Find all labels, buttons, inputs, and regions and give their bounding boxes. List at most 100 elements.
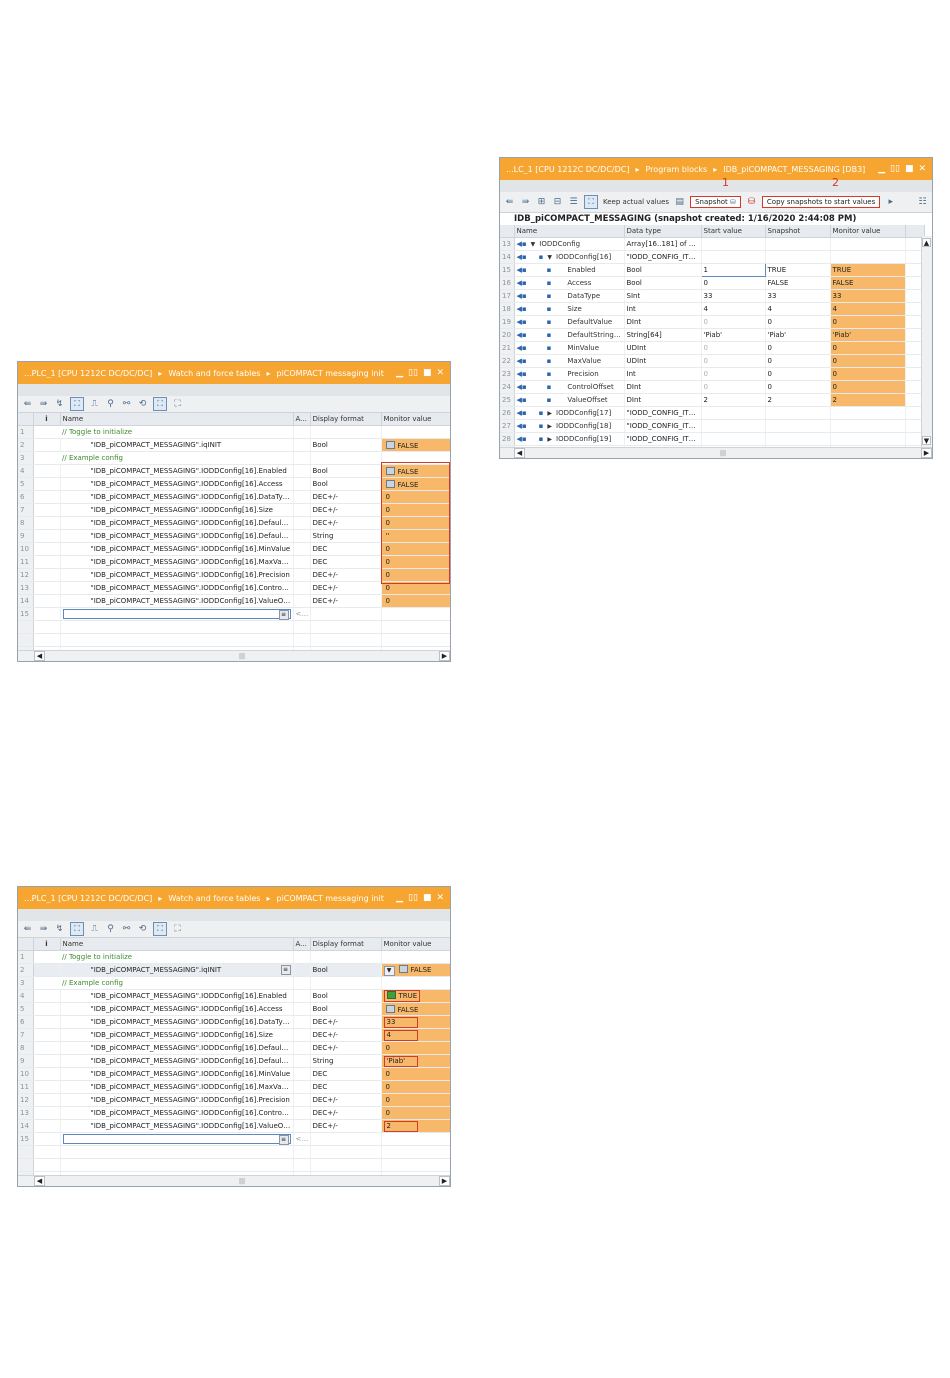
col-header-address[interactable]: A...: [293, 938, 311, 951]
breadcrumb-item[interactable]: ...PLC_1 [CPU 1212C DC/DC/DC]: [24, 894, 152, 903]
table-row[interactable]: 13 "IDB_piCOMPACT_MESSAGING".IODDConfig[1…: [18, 581, 450, 595]
display-format-cell[interactable]: [310, 1132, 382, 1146]
name-cell[interactable]: "IDB_piCOMPACT_MESSAGING".IODDConfig[16]…: [60, 581, 294, 595]
copy-snapshots-button[interactable]: Copy snapshots to start values: [761, 196, 881, 208]
breadcrumb-item[interactable]: ...PLC_1 [CPU 1212C DC/DC/DC]: [24, 369, 152, 378]
collapse-all-icon[interactable]: ⊟: [552, 197, 563, 208]
display-format-cell[interactable]: DEC: [310, 542, 382, 556]
more-arrow-icon[interactable]: ▸: [885, 197, 896, 208]
horizontal-scrollbar[interactable]: ◀ ||| ▶: [18, 650, 450, 661]
monitor-all-icon[interactable]: ⛶: [153, 397, 167, 411]
expand-toggle-icon[interactable]: ▶: [547, 423, 552, 430]
col-header-monitor[interactable]: Monitor value: [381, 938, 450, 951]
monitor-icon[interactable]: ⛶: [70, 922, 84, 936]
table-row[interactable]: 4 "IDB_piCOMPACT_MESSAGING".IODDConfig[16…: [18, 989, 450, 1003]
comment-row[interactable]: 1 // Toggle to initialize: [18, 950, 450, 964]
name-cell[interactable]: ◀▪ ▪ DefaultStringV...: [514, 328, 625, 342]
comment-row[interactable]: 3 // Example config: [18, 451, 450, 465]
table-row[interactable]: 10 "IDB_piCOMPACT_MESSAGING".IODDConfig[1…: [18, 1067, 450, 1081]
col-header-info[interactable]: i: [33, 413, 61, 426]
new-row-input[interactable]: ≡: [62, 609, 291, 620]
col-header-datatype[interactable]: Data type: [624, 225, 702, 238]
browse-icon[interactable]: ≡: [278, 610, 289, 620]
db-row[interactable]: 23 ◀▪ ▪ Precision Int 0 0 0: [500, 367, 925, 381]
add-row-icon[interactable]: ⇛: [38, 924, 49, 935]
display-format-cell[interactable]: Bool: [310, 464, 382, 478]
db-row[interactable]: 28 ◀▪ ▪ ▶ IODDConfig[19] "IODD_CONFIG_ITE...: [500, 432, 925, 446]
name-cell[interactable]: ◀▪ ▪ MaxValue: [514, 354, 625, 368]
start-value-cell[interactable]: 0: [701, 276, 766, 290]
name-cell[interactable]: ◀▪ ▪ Access: [514, 276, 625, 290]
start-value-cell[interactable]: 0: [701, 315, 766, 329]
expand-toggle-icon[interactable]: ▼: [547, 254, 552, 261]
display-format-cell[interactable]: DEC+/-: [310, 490, 382, 504]
name-cell[interactable]: ◀▪ ▪ Enabled: [514, 263, 625, 277]
col-header-monitor[interactable]: Monitor value: [381, 413, 450, 426]
tile-icon[interactable]: ▯▯: [408, 368, 418, 378]
name-cell[interactable]: "IDB_piCOMPACT_MESSAGING".IODDConfig[16]…: [60, 1002, 294, 1016]
display-format-cell[interactable]: String: [310, 529, 382, 543]
name-cell[interactable]: "IDB_piCOMPACT_MESSAGING".IODDConfig[16]…: [60, 542, 294, 556]
table-row[interactable]: 6 "IDB_piCOMPACT_MESSAGING".IODDConfig[16…: [18, 1015, 450, 1029]
table-row[interactable]: 12 "IDB_piCOMPACT_MESSAGING".IODDConfig[1…: [18, 568, 450, 582]
col-header-start[interactable]: Start value: [701, 225, 766, 238]
name-cell[interactable]: "IDB_piCOMPACT_MESSAGING".IODDConfig[16]…: [60, 503, 294, 517]
name-cell[interactable]: // Example config: [60, 976, 294, 990]
display-format-cell[interactable]: DEC+/-: [310, 1106, 382, 1120]
name-cell[interactable]: ◀▪ ▼ IODDConfig: [514, 237, 625, 251]
name-cell[interactable]: ≡: [60, 1132, 294, 1146]
table-row[interactable]: 12 "IDB_piCOMPACT_MESSAGING".IODDConfig[1…: [18, 1093, 450, 1107]
close-icon[interactable]: ✕: [918, 164, 926, 174]
snapshot-button[interactable]: Snapshot ⛁: [690, 196, 741, 208]
start-value-cell[interactable]: 'Piab': [701, 328, 766, 342]
name-cell[interactable]: "IDB_piCOMPACT_MESSAGING".IODDConfig[16]…: [60, 516, 294, 530]
display-format-cell[interactable]: DEC+/-: [310, 1041, 382, 1055]
name-cell[interactable]: "IDB_piCOMPACT_MESSAGING".iqINIT ≡: [60, 963, 294, 977]
monitor-icon[interactable]: ⛶: [70, 397, 84, 411]
start-value-cell[interactable]: [701, 432, 766, 446]
display-format-cell[interactable]: [310, 425, 382, 439]
db-row[interactable]: 16 ◀▪ ▪ Access Bool 0 FALSE FALSE: [500, 276, 925, 290]
start-value-cell[interactable]: 0: [701, 367, 766, 381]
breadcrumb-item[interactable]: Program blocks: [646, 165, 708, 174]
start-value-cell[interactable]: [701, 419, 766, 433]
keep-values-icon[interactable]: ▤: [674, 197, 685, 208]
display-format-cell[interactable]: DEC+/-: [310, 503, 382, 517]
display-format-cell[interactable]: String: [310, 1054, 382, 1068]
unforce-icon[interactable]: ⚯: [121, 399, 132, 410]
col-header-monitor[interactable]: Monitor value: [830, 225, 906, 238]
display-format-cell[interactable]: [310, 607, 382, 621]
db-row[interactable]: 24 ◀▪ ▪ ControlOffset DInt 0 0 0: [500, 380, 925, 394]
expand-toggle-icon[interactable]: ▶: [547, 410, 552, 417]
table-row[interactable]: 8 "IDB_piCOMPACT_MESSAGING".IODDConfig[16…: [18, 516, 450, 530]
minimize-icon[interactable]: ▁: [396, 368, 403, 378]
scroll-grip[interactable]: |||: [239, 1178, 245, 1185]
display-format-cell[interactable]: DEC: [310, 1080, 382, 1094]
db-row[interactable]: 21 ◀▪ ▪ MinValue UDInt 0 0 0: [500, 341, 925, 355]
name-cell[interactable]: "IDB_piCOMPACT_MESSAGING".IODDConfig[16]…: [60, 1119, 294, 1133]
db-row[interactable]: 26 ◀▪ ▪ ▶ IODDConfig[17] "IODD_CONFIG_ITE...: [500, 406, 925, 420]
display-format-cell[interactable]: DEC: [310, 555, 382, 569]
keep-actual-values-button[interactable]: Keep actual values: [603, 198, 669, 206]
start-value-cell[interactable]: 33: [701, 289, 766, 303]
table-row[interactable]: 7 "IDB_piCOMPACT_MESSAGING".IODDConfig[16…: [18, 503, 450, 517]
name-cell[interactable]: ◀▪ ▪ ▶ IODDConfig[19]: [514, 432, 625, 446]
name-cell[interactable]: // Toggle to initialize: [60, 425, 294, 439]
vertical-scrollbar[interactable]: ▲ ▼: [921, 236, 932, 447]
horizontal-scrollbar[interactable]: ◀ ||| ▶: [18, 1175, 450, 1186]
table-row[interactable]: 2 "IDB_piCOMPACT_MESSAGING".iqINIT Bool FAL…: [18, 438, 450, 452]
insert-row-icon[interactable]: ⇚: [22, 924, 33, 935]
start-value-cell[interactable]: [701, 406, 766, 420]
display-format-cell[interactable]: DEC+/-: [310, 1028, 382, 1042]
db-row[interactable]: 17 ◀▪ ▪ DataType SInt 33 33 33: [500, 289, 925, 303]
table-row[interactable]: 14 "IDB_piCOMPACT_MESSAGING".IODDConfig[1…: [18, 1119, 450, 1133]
display-format-cell[interactable]: DEC+/-: [310, 516, 382, 530]
name-cell[interactable]: "IDB_piCOMPACT_MESSAGING".IODDConfig[16]…: [60, 594, 294, 608]
name-cell[interactable]: "IDB_piCOMPACT_MESSAGING".IODDConfig[16]…: [60, 555, 294, 569]
display-format-cell[interactable]: Bool: [310, 438, 382, 452]
display-format-cell[interactable]: DEC: [310, 1067, 382, 1081]
table-row[interactable]: 2 "IDB_piCOMPACT_MESSAGING".iqINIT ≡ Bool ▼ F…: [18, 963, 450, 977]
db-row[interactable]: 27 ◀▪ ▪ ▶ IODDConfig[18] "IODD_CONFIG_ITE...: [500, 419, 925, 433]
name-cell[interactable]: "IDB_piCOMPACT_MESSAGING".IODDConfig[16]…: [60, 1080, 294, 1094]
display-format-cell[interactable]: DEC+/-: [310, 1015, 382, 1029]
